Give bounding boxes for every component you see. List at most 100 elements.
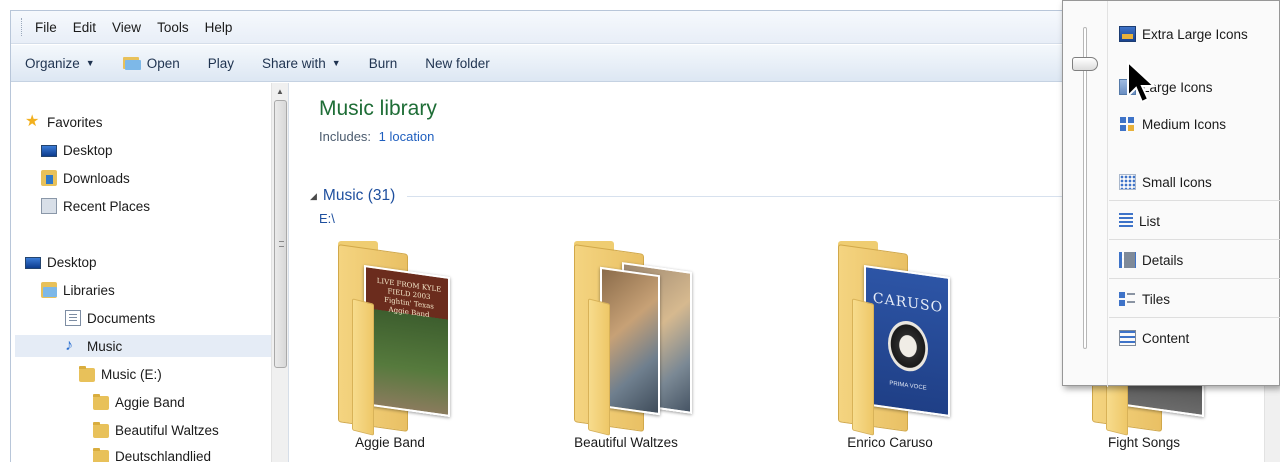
nav-scrollbar[interactable]: ▲ [271, 83, 288, 462]
nav-beautiful-waltzes[interactable]: Beautiful Waltzes [93, 419, 219, 441]
open-button[interactable]: Open [122, 55, 180, 71]
menu-item-label: Content [1142, 330, 1190, 346]
folder-label: Beautiful Waltzes [574, 435, 678, 450]
details-view-icon [1119, 252, 1136, 268]
star-icon: ★ [25, 113, 40, 130]
play-button[interactable]: Play [208, 56, 234, 71]
library-title: Music library [319, 97, 437, 120]
organize-button[interactable]: Organize ▼ [25, 56, 95, 71]
nav-label: Music [87, 338, 123, 354]
recent-places-icon [41, 198, 57, 214]
collapse-triangle-icon[interactable]: ◢ [310, 191, 317, 202]
view-details[interactable]: Details [1119, 249, 1183, 271]
nav-favorites[interactable]: ★ Favorites [25, 111, 103, 133]
folder-icon [574, 241, 692, 436]
view-slider-thumb[interactable] [1072, 57, 1098, 71]
extra-large-icons-icon [1119, 26, 1136, 42]
menu-help[interactable]: Help [205, 20, 233, 35]
view-tiles[interactable]: Tiles [1119, 288, 1170, 310]
nav-libraries[interactable]: Libraries [41, 279, 115, 301]
view-small-icons[interactable]: Small Icons [1119, 171, 1212, 193]
menu-separator [1109, 278, 1280, 279]
folder-tile-enrico-caruso[interactable]: CARUSO PRIMA VOCE Enrico Caruso [810, 231, 970, 462]
new-folder-button[interactable]: New folder [425, 56, 490, 71]
nav-label: Downloads [63, 170, 130, 186]
menu-file[interactable]: File [35, 20, 57, 35]
view-slider-track[interactable] [1083, 27, 1087, 349]
nav-recent-places[interactable]: Recent Places [41, 195, 150, 217]
menu-item-label: Extra Large Icons [1142, 26, 1248, 42]
menu-item-label: Small Icons [1142, 174, 1212, 190]
nav-desktop[interactable]: Desktop [25, 251, 97, 273]
folder-icon [93, 447, 109, 462]
navigation-pane: ★ Favorites Desktop Downloads Recent Pla… [11, 83, 289, 462]
album-cover-subtext: PRIMA VOCE [889, 380, 927, 392]
menu-item-label: Medium Icons [1142, 116, 1227, 132]
organize-label: Organize [25, 55, 80, 71]
album-cover-image: LIVE FROM KYLE FIELD 2003 Fightin' Texas… [364, 264, 450, 418]
nav-music[interactable]: ♪ Music [15, 335, 271, 357]
list-view-icon [1119, 213, 1133, 229]
chevron-down-icon: ▼ [85, 58, 95, 68]
nav-label: Favorites [47, 114, 103, 130]
folder-tile-aggie-band[interactable]: LIVE FROM KYLE FIELD 2003 Fightin' Texas… [310, 231, 470, 462]
includes-label: Includes: [319, 129, 372, 144]
folder-icon: CARUSO PRIMA VOCE [838, 241, 956, 436]
menu-separator [1109, 317, 1280, 318]
album-cover-image: CARUSO PRIMA VOCE [864, 264, 950, 418]
share-with-button[interactable]: Share with ▼ [262, 56, 341, 71]
nav-label: Desktop [47, 254, 97, 270]
view-list[interactable]: List [1119, 210, 1160, 232]
nav-downloads[interactable]: Downloads [41, 167, 130, 189]
scroll-up-icon[interactable]: ▲ [276, 87, 284, 96]
group-header[interactable]: ◢ Music (31) [310, 187, 1090, 205]
group-divider [407, 195, 1090, 197]
content-view-icon [1119, 330, 1136, 346]
chevron-down-icon: ▼ [331, 58, 341, 68]
nav-label: Desktop [63, 142, 113, 158]
nav-label: Recent Places [63, 198, 151, 214]
view-medium-icons[interactable]: Medium Icons [1119, 113, 1226, 135]
folder-icon [93, 393, 109, 410]
folder-icon [93, 421, 109, 438]
nav-fav-desktop[interactable]: Desktop [41, 139, 113, 161]
folder-tile-beautiful-waltzes[interactable]: Beautiful Waltzes [546, 231, 706, 462]
group-name: Music (31) [322, 187, 396, 204]
library-includes: Includes: 1 location [319, 129, 434, 144]
menu-separator [1109, 200, 1280, 201]
album-cover-text: CARUSO [872, 290, 944, 317]
menu-view[interactable]: View [112, 20, 141, 35]
view-options-menu: Extra Large Icons Large Icons Medium Ico… [1062, 0, 1280, 387]
desktop-icon [25, 257, 41, 269]
nav-label: Beautiful Waltzes [115, 422, 219, 438]
nav-deutschlandlied[interactable]: Deutschlandlied [93, 445, 211, 462]
nav-label: Music (E:) [101, 366, 162, 382]
group-path: E:\ [319, 211, 335, 226]
menu-divider [1107, 1, 1108, 387]
nav-label: Libraries [63, 282, 115, 298]
folder-label: Aggie Band [355, 435, 425, 450]
nav-music-drive[interactable]: Music (E:) [79, 363, 162, 385]
desktop-icon [41, 145, 57, 157]
menu-item-label: List [1139, 213, 1161, 229]
locations-link[interactable]: 1 location [379, 129, 435, 144]
burn-button[interactable]: Burn [369, 56, 398, 71]
menu-edit[interactable]: Edit [73, 20, 96, 35]
portrait-image [888, 318, 928, 374]
folder-icon: LIVE FROM KYLE FIELD 2003 Fightin' Texas… [338, 241, 456, 436]
view-extra-large-icons[interactable]: Extra Large Icons [1119, 23, 1248, 45]
view-content[interactable]: Content [1119, 327, 1189, 349]
menu-tools[interactable]: Tools [157, 20, 189, 35]
nav-aggie-band[interactable]: Aggie Band [93, 391, 185, 413]
nav-label: Deutschlandlied [115, 448, 212, 462]
nav-documents[interactable]: Documents [65, 307, 155, 329]
menu-item-label: Details [1142, 252, 1184, 268]
menu-grip [21, 18, 25, 36]
tiles-view-icon [1119, 291, 1136, 307]
libraries-icon [41, 282, 57, 298]
scroll-thumb[interactable] [274, 100, 287, 368]
open-label: Open [146, 55, 180, 71]
share-with-label: Share with [262, 55, 326, 71]
small-icons-icon [1119, 174, 1136, 190]
document-icon [65, 310, 81, 326]
